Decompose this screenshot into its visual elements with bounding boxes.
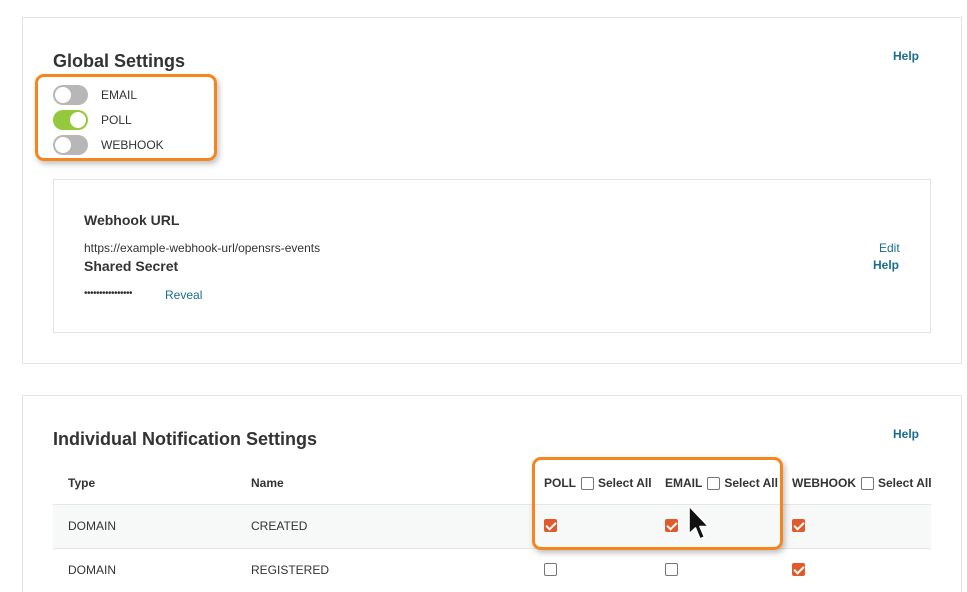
toggle-row-webhook: WEBHOOK <box>53 134 164 156</box>
poll-select-all-checkbox[interactable] <box>581 476 594 490</box>
row-type-cell: DOMAIN <box>68 563 116 577</box>
email-toggle-switch[interactable] <box>53 85 88 105</box>
column-header-email: EMAIL Select All <box>665 476 778 490</box>
shared-secret-title: Shared Secret <box>84 258 179 274</box>
global-help-link[interactable]: Help <box>893 49 919 63</box>
individual-help-link[interactable]: Help <box>893 427 919 441</box>
column-header-type: Type <box>68 476 95 490</box>
row-divider <box>53 548 931 549</box>
webhook-help-link[interactable]: Help <box>873 258 899 272</box>
shared-secret-mask: •••••••••••••••• <box>84 288 133 299</box>
poll-select-all-label: Select All <box>598 476 652 490</box>
webhook-select-all-label: Select All <box>878 476 932 490</box>
type-header-label: Type <box>68 476 96 490</box>
email-toggle-label: EMAIL <box>101 88 138 102</box>
individual-settings-panel <box>22 395 962 592</box>
toggle-row-email: EMAIL <box>53 84 137 106</box>
row-name-cell: REGISTERED <box>251 563 330 577</box>
email-select-all-checkbox[interactable] <box>707 476 721 490</box>
email-header-label: EMAIL <box>665 476 703 490</box>
webhook-toggle-label: WEBHOOK <box>101 138 164 152</box>
row-webhook-checkbox[interactable] <box>792 519 805 532</box>
column-header-name: Name <box>251 476 284 490</box>
toggle-knob <box>70 112 86 128</box>
toggle-knob <box>55 137 71 153</box>
row-webhook-checkbox[interactable] <box>792 563 805 576</box>
reveal-secret-link[interactable]: Reveal <box>165 288 202 302</box>
row-email-checkbox[interactable] <box>665 519 678 532</box>
individual-settings-title: Individual Notification Settings <box>53 429 318 449</box>
webhook-settings-box <box>53 179 931 333</box>
webhook-select-all-checkbox[interactable] <box>861 476 874 490</box>
toggle-row-poll: POLL <box>53 109 132 131</box>
name-header-label: Name <box>251 476 284 490</box>
column-header-poll: POLL Select All <box>544 476 652 490</box>
poll-toggle-switch[interactable] <box>53 110 88 130</box>
webhook-url-value: https://example-webhook-url/opensrs-even… <box>84 241 321 255</box>
row-email-checkbox[interactable] <box>665 563 678 576</box>
toggle-knob <box>55 87 71 103</box>
global-settings-title: Global Settings <box>53 51 186 71</box>
poll-toggle-label: POLL <box>101 113 132 127</box>
webhook-url-title: Webhook URL <box>84 212 180 228</box>
webhook-toggle-switch[interactable] <box>53 135 88 155</box>
poll-header-label: POLL <box>544 476 576 490</box>
webhook-header-label: WEBHOOK <box>792 476 856 490</box>
webhook-edit-link[interactable]: Edit <box>879 241 900 255</box>
email-select-all-label: Select All <box>724 476 778 490</box>
mouse-cursor-icon <box>688 505 710 540</box>
row-poll-checkbox[interactable] <box>544 563 557 576</box>
row-type-cell: DOMAIN <box>68 519 116 533</box>
row-poll-checkbox[interactable] <box>544 519 557 532</box>
row-name-cell: CREATED <box>251 519 308 533</box>
column-header-webhook: WEBHOOK Select All <box>792 476 932 490</box>
